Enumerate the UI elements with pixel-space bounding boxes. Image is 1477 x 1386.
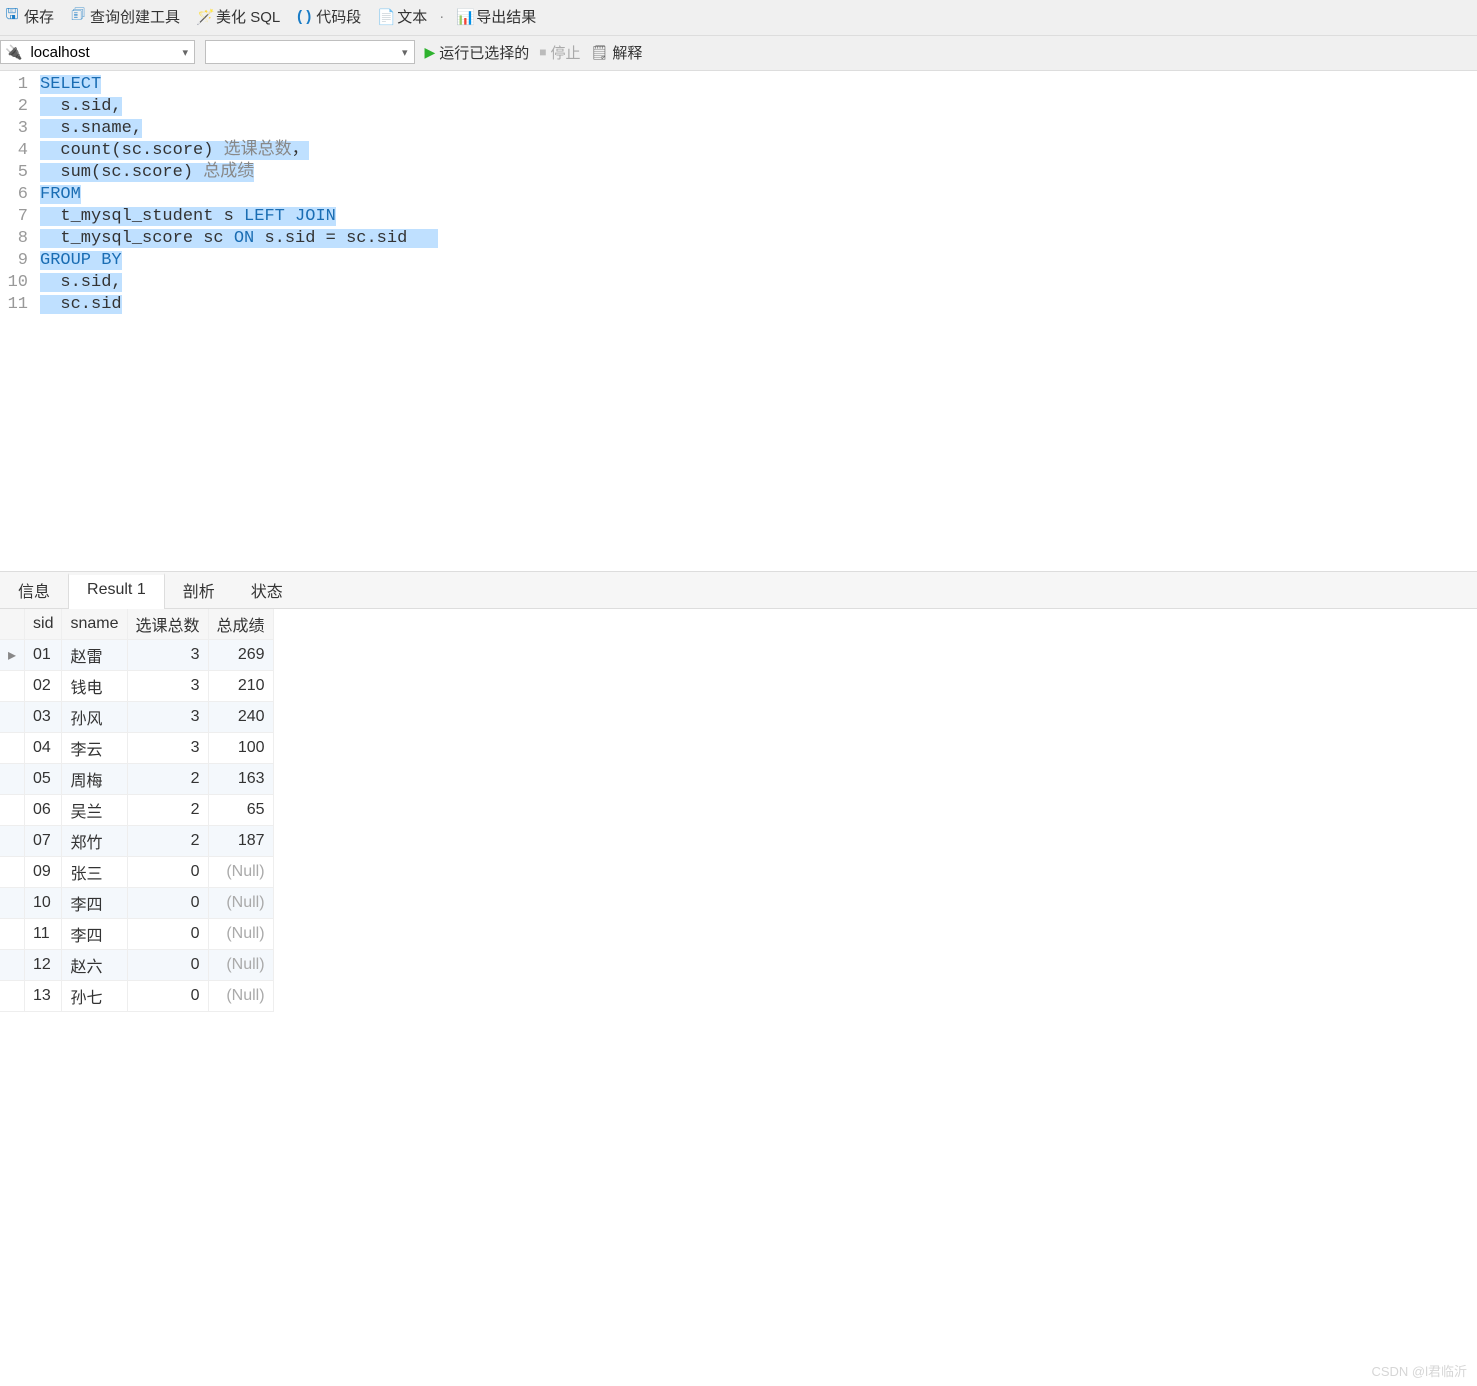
wand-icon: 🪄 (196, 8, 212, 26)
plug-icon: 🔌 (1, 44, 26, 61)
result-grid[interactable]: sidsname选课总数总成绩▸01赵雷326902钱电321003孙风3240… (0, 609, 274, 1012)
snippet-button[interactable]: ( )代码段 (292, 4, 365, 29)
explain-button[interactable]: 🗒解释 (591, 42, 643, 63)
table-row[interactable]: ▸01赵雷3269 (0, 640, 273, 671)
sql-editor[interactable]: 1234567891011 SELECT s.sid, s.sname, cou… (0, 71, 1477, 571)
table-row[interactable]: 03孙风3240 (0, 702, 273, 733)
text-button[interactable]: 📄文本 (373, 4, 431, 29)
main-toolbar: 🖫保存 🗊查询创建工具 🪄美化 SQL ( )代码段 📄文本 · 📊导出结果 (0, 0, 1477, 36)
snippet-label: 代码段 (316, 6, 361, 27)
table-row[interactable]: 11李四0(Null) (0, 919, 273, 950)
save-label: 保存 (24, 6, 54, 27)
save-button[interactable]: 🖫保存 (0, 2, 58, 31)
stop-icon: ■ (539, 45, 546, 59)
result-tabs: 信息 Result 1 剖析 状态 (0, 571, 1477, 609)
table-row[interactable]: 05周梅2163 (0, 764, 273, 795)
table-row[interactable]: 10李四0(Null) (0, 888, 273, 919)
page-icon: 📄 (377, 8, 393, 26)
stop-label: 停止 (551, 42, 581, 63)
column-header[interactable]: sname (62, 609, 127, 640)
code-area[interactable]: SELECT s.sid, s.sname, count(sc.score) 选… (34, 71, 438, 571)
table-row[interactable]: 07郑竹2187 (0, 826, 273, 857)
line-gutter: 1234567891011 (0, 71, 34, 571)
column-header[interactable]: 总成绩 (208, 609, 273, 640)
chevron-down-icon[interactable]: ▾ (396, 46, 414, 59)
export-label: 导出结果 (476, 6, 536, 27)
column-header[interactable]: sid (25, 609, 62, 640)
brackets-icon: ( ) (296, 8, 312, 25)
database-combo[interactable]: ▾ (205, 40, 415, 64)
table-row[interactable]: 02钱电3210 (0, 671, 273, 702)
export-button[interactable]: 📊导出结果 (452, 4, 540, 29)
database-input[interactable] (206, 41, 396, 63)
table-export-icon: 📊 (456, 8, 472, 26)
format-label: 美化 SQL (216, 6, 280, 27)
connection-input[interactable] (26, 41, 176, 63)
explain-icon: 🗒 (591, 44, 609, 61)
tab-result-1[interactable]: Result 1 (68, 573, 165, 609)
query-builder-button[interactable]: 🗊查询创建工具 (66, 2, 184, 31)
table-row[interactable]: 09张三0(Null) (0, 857, 273, 888)
table-row[interactable]: 06吴兰265 (0, 795, 273, 826)
watermark: CSDN @l君临沂 (1371, 1361, 1467, 1380)
query-label: 查询创建工具 (90, 6, 180, 27)
query-icon: 🗊 (70, 4, 86, 29)
chevron-down-icon[interactable]: ▾ (176, 46, 194, 59)
explain-label: 解释 (612, 42, 642, 63)
stop-button: ■ 停止 (539, 42, 580, 63)
tab-info[interactable]: 信息 (0, 572, 68, 608)
play-icon: ▶ (425, 44, 436, 61)
column-header[interactable]: 选课总数 (127, 609, 208, 640)
floppy-icon: 🖫 (4, 4, 20, 29)
run-label: 运行已选择的 (439, 42, 529, 63)
table-row[interactable]: 12赵六0(Null) (0, 950, 273, 981)
connection-combo[interactable]: 🔌 ▾ (0, 40, 195, 64)
separator: · (439, 8, 444, 25)
tab-state[interactable]: 状态 (233, 572, 301, 608)
text-label: 文本 (397, 6, 427, 27)
table-row[interactable]: 04李云3100 (0, 733, 273, 764)
tab-profile[interactable]: 剖析 (165, 572, 233, 608)
format-sql-button[interactable]: 🪄美化 SQL (192, 4, 284, 29)
connection-bar: 🔌 ▾ ▾ ▶运行已选择的 ■ 停止 🗒解释 (0, 36, 1477, 71)
run-selected-button[interactable]: ▶运行已选择的 (425, 42, 530, 63)
table-row[interactable]: 13孙七0(Null) (0, 981, 273, 1012)
